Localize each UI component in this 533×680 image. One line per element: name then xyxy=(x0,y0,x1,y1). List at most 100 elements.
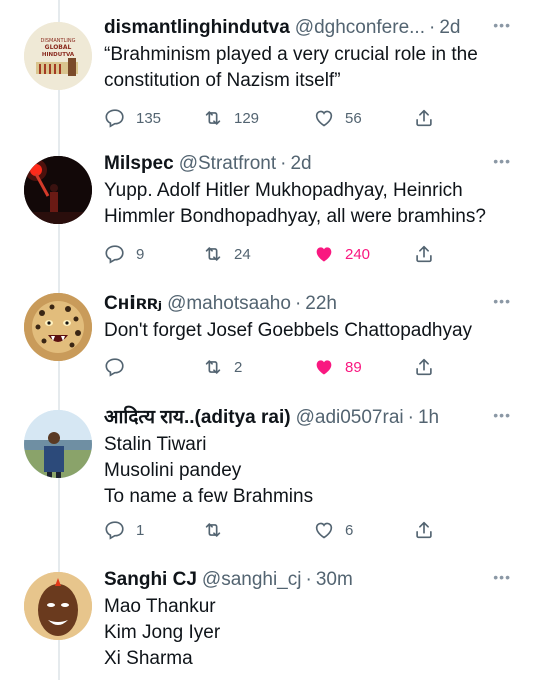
retweet-icon xyxy=(205,111,221,125)
display-name[interactable]: Milspec xyxy=(104,152,174,176)
like-icon xyxy=(315,110,333,127)
more-icon[interactable]: ••• xyxy=(493,406,511,424)
reply-icon xyxy=(105,358,124,377)
reply-button[interactable]: 135 xyxy=(104,106,161,130)
avatar[interactable] xyxy=(24,156,92,224)
reply-icon xyxy=(105,245,124,264)
more-icon[interactable]: ••• xyxy=(493,16,511,34)
action-bar: 9 24 240 xyxy=(104,242,444,266)
retweet-button[interactable]: 2 xyxy=(202,355,242,379)
timestamp[interactable]: 30m xyxy=(316,568,353,592)
timestamp[interactable]: 2d xyxy=(439,16,460,40)
display-name[interactable]: Sanghi CJ xyxy=(104,568,197,592)
like-count: 89 xyxy=(345,358,362,376)
like-button[interactable]: 89 xyxy=(313,355,362,379)
tweet-line: Yupp. Adolf Hitler Mukhopadhyay, Heinric… xyxy=(104,180,463,201)
share-button[interactable] xyxy=(413,518,445,542)
like-button[interactable]: 6 xyxy=(313,518,353,542)
svg-text:HINDUTVA: HINDUTVA xyxy=(42,52,75,58)
separator: · xyxy=(294,293,302,314)
tweet-text: Mao Thankur Kim Jong Iyer Xi Sharma xyxy=(104,594,517,672)
more-icon[interactable]: ••• xyxy=(493,152,511,170)
display-name[interactable]: dismantlinghindutva xyxy=(104,16,290,40)
share-icon xyxy=(416,358,432,376)
like-count: 56 xyxy=(345,109,362,127)
tweet-header: Cʜⅰʀʀⱼ @mahotsaaho · 22h xyxy=(104,292,517,316)
avatar[interactable] xyxy=(24,572,92,640)
more-icon[interactable]: ••• xyxy=(493,568,511,586)
tweet-header: dismantlinghindutva @dghconfere... · 2d xyxy=(104,16,517,40)
retweet-button[interactable] xyxy=(202,518,234,542)
avatar[interactable] xyxy=(24,410,92,478)
tweet-text: Don't forget Josef Goebbels Chattopadhya… xyxy=(104,318,517,344)
retweet-count: 24 xyxy=(234,245,251,263)
tweet-text: “Brahminism played a very crucial role i… xyxy=(104,42,517,94)
retweet-icon xyxy=(205,523,221,537)
tweet-header: Milspec @Stratfront · 2d xyxy=(104,152,517,176)
svg-text:GLOBAL: GLOBAL xyxy=(45,44,72,51)
retweet-count: 2 xyxy=(234,358,243,376)
share-icon xyxy=(416,521,432,539)
tweet-header: आदित्य राय..(aditya rai) @adi0507rai · 1… xyxy=(104,406,517,430)
username[interactable]: @sanghi_cj xyxy=(202,568,302,592)
username[interactable]: @adi0507rai xyxy=(296,406,404,430)
tweet-line: Xi Sharma xyxy=(104,648,193,669)
share-button[interactable] xyxy=(413,106,445,130)
separator: · xyxy=(305,569,312,590)
username[interactable]: @Stratfront xyxy=(179,152,276,176)
retweet-icon xyxy=(205,360,221,374)
separator: · xyxy=(280,153,287,174)
username[interactable]: @mahotsaaho xyxy=(167,292,291,316)
retweet-icon xyxy=(205,247,221,261)
action-bar: 2 89 xyxy=(104,355,444,379)
tweet-line: Himmler Bondhopadhyay, all were bramhins… xyxy=(104,206,486,227)
retweet-button[interactable]: 129 xyxy=(202,106,259,130)
dismantling-hindutva-logo: DISMANTLING GLOBAL HINDUTVA xyxy=(24,22,92,90)
tweet-line: Stalin Tiwari xyxy=(104,434,207,455)
tweet-line: Kim Jong Iyer xyxy=(104,622,221,643)
share-icon xyxy=(416,109,432,127)
reply-count: 1 xyxy=(136,521,145,539)
leopard-avatar-image xyxy=(24,293,92,361)
like-button[interactable]: 240 xyxy=(313,242,370,266)
tweet-line: “Brahminism played a very crucial role i… xyxy=(104,44,478,65)
share-icon xyxy=(416,245,432,263)
avatar[interactable]: DISMANTLING GLOBAL HINDUTVA xyxy=(24,22,92,90)
like-count: 240 xyxy=(345,245,371,263)
tweet-line: Mao Thankur xyxy=(104,596,216,617)
tweet-line: constitution of Nazism itself” xyxy=(104,70,341,91)
reply-button[interactable]: 1 xyxy=(104,518,144,542)
like-icon xyxy=(316,360,332,375)
tweet-text: Yupp. Adolf Hitler Mukhopadhyay, Heinric… xyxy=(104,178,517,230)
share-button[interactable] xyxy=(413,355,445,379)
like-icon xyxy=(315,522,333,539)
tweet-line: To name a few Brahmins xyxy=(104,486,314,507)
display-name[interactable]: Cʜⅰʀʀⱼ xyxy=(104,292,162,316)
action-bar: 135 129 56 xyxy=(104,106,444,130)
avatar[interactable] xyxy=(24,293,92,361)
display-name[interactable]: आदित्य राय..(aditya rai) xyxy=(104,406,291,430)
tweet-header: Sanghi CJ @sanghi_cj · 30m xyxy=(104,568,517,592)
like-count: 6 xyxy=(345,521,354,539)
like-button[interactable]: 56 xyxy=(313,106,362,130)
avatar-image xyxy=(24,156,92,224)
retweet-button[interactable]: 24 xyxy=(202,242,251,266)
reply-count: 135 xyxy=(136,109,162,127)
action-bar: 1 6 xyxy=(104,518,444,542)
retweet-count: 129 xyxy=(234,109,260,127)
share-button[interactable] xyxy=(413,242,445,266)
tweet-line: Musolini pandey xyxy=(104,460,242,481)
reply-button[interactable] xyxy=(104,355,136,379)
separator: · xyxy=(407,407,414,428)
username[interactable]: @dghconfere... xyxy=(295,16,425,40)
more-icon[interactable]: ••• xyxy=(493,292,511,310)
reply-count: 9 xyxy=(136,245,145,263)
timestamp[interactable]: 1h xyxy=(418,406,439,430)
timestamp[interactable]: 22h xyxy=(305,292,337,316)
avatar-image xyxy=(24,410,92,478)
avatar-image xyxy=(24,572,92,640)
separator: · xyxy=(428,17,436,38)
reply-button[interactable]: 9 xyxy=(104,242,144,266)
tweet-text: Stalin Tiwari Musolini pandey To name a … xyxy=(104,432,517,510)
timestamp[interactable]: 2d xyxy=(290,152,311,176)
